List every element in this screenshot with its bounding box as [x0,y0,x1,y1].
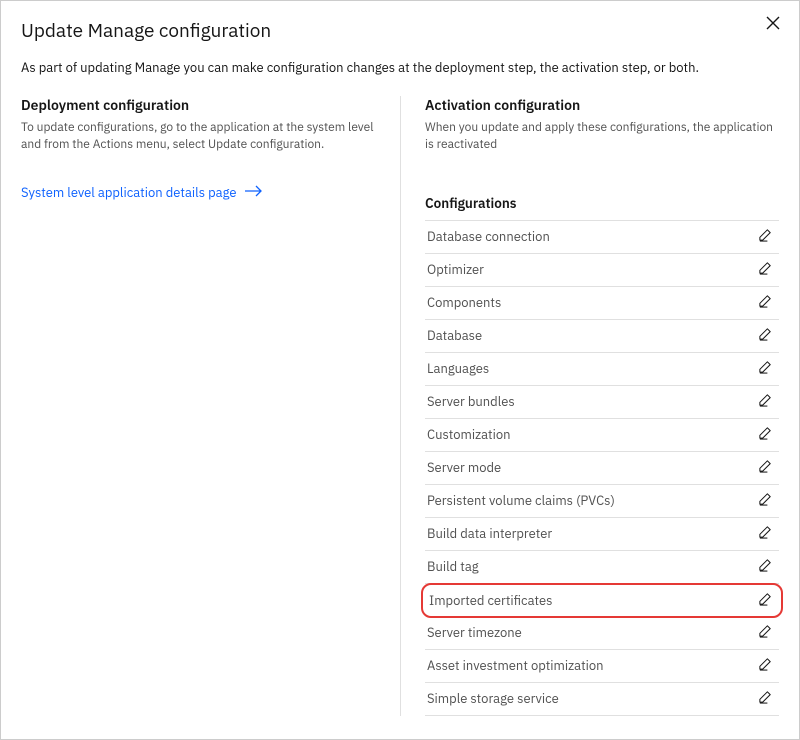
edit-button[interactable] [755,524,775,544]
config-row: Languages [425,353,779,386]
edit-button[interactable] [755,227,775,247]
config-label: Asset investment optimization [427,657,604,674]
edit-icon [758,293,773,312]
config-label: Languages [427,360,489,377]
config-row: Asset investment optimization [425,650,779,683]
close-icon [766,15,780,35]
edit-button[interactable] [755,392,775,412]
config-row: Server bundles [425,386,779,419]
edit-icon [758,689,773,708]
config-row: Persistent volume claims (PVCs) [425,485,779,518]
config-label: Simple storage service [427,690,559,707]
config-row: Build tag [425,551,779,584]
edit-icon [758,491,773,510]
config-label: Build data interpreter [427,525,552,542]
edit-icon [758,458,773,477]
activation-column: Activation configuration When you update… [400,96,779,716]
link-label: System level application details page [21,184,237,201]
system-level-details-link[interactable]: System level application details page [21,184,263,201]
edit-icon [758,591,773,610]
edit-button[interactable] [755,590,775,610]
edit-button[interactable] [755,689,775,709]
edit-icon [758,623,773,642]
edit-icon [758,425,773,444]
deployment-desc: To update configurations, go to the appl… [21,120,376,154]
config-row: Database connection [425,221,779,254]
config-label: Build tag [427,558,479,575]
edit-icon [758,656,773,675]
config-label: Imported certificates [429,592,553,609]
columns: Deployment configuration To update confi… [21,96,779,716]
config-label: Server mode [427,459,501,476]
arrow-right-icon [245,184,263,201]
config-row: Components [425,287,779,320]
config-label: Database connection [427,228,550,245]
config-row: Customization [425,419,779,452]
edit-button[interactable] [755,656,775,676]
edit-button[interactable] [755,458,775,478]
edit-button[interactable] [755,293,775,313]
modal-intro: As part of updating Manage you can make … [21,59,779,76]
deployment-column: Deployment configuration To update confi… [21,96,400,716]
close-button[interactable] [761,13,785,37]
config-row: Imported certificates [421,583,783,618]
edit-icon [758,359,773,378]
config-label: Customization [427,426,511,443]
config-label: Server bundles [427,393,515,410]
activation-heading: Activation configuration [425,96,779,114]
edit-button[interactable] [755,491,775,511]
config-list: Database connection Optimizer Components Da… [425,220,779,716]
edit-button[interactable] [755,260,775,280]
config-label: Optimizer [427,261,484,278]
edit-button[interactable] [755,425,775,445]
update-manage-config-modal: Update Manage configuration As part of u… [1,1,799,739]
config-row: Simple storage service [425,683,779,716]
config-row: Database [425,320,779,353]
edit-icon [758,392,773,411]
config-row: Build data interpreter [425,518,779,551]
config-label: Database [427,327,482,344]
config-row: Optimizer [425,254,779,287]
modal-title: Update Manage configuration [21,19,779,43]
config-row: Server mode [425,452,779,485]
configurations-heading: Configurations [425,194,779,212]
edit-button[interactable] [755,326,775,346]
edit-icon [758,227,773,246]
edit-icon [758,326,773,345]
edit-button[interactable] [755,359,775,379]
config-label: Components [427,294,501,311]
edit-icon [758,557,773,576]
activation-desc: When you update and apply these configur… [425,120,779,154]
config-label: Persistent volume claims (PVCs) [427,492,615,509]
config-row: Server timezone [425,617,779,650]
edit-icon [758,260,773,279]
config-label: Server timezone [427,624,522,641]
deployment-heading: Deployment configuration [21,96,376,114]
edit-button[interactable] [755,557,775,577]
edit-button[interactable] [755,623,775,643]
edit-icon [758,524,773,543]
